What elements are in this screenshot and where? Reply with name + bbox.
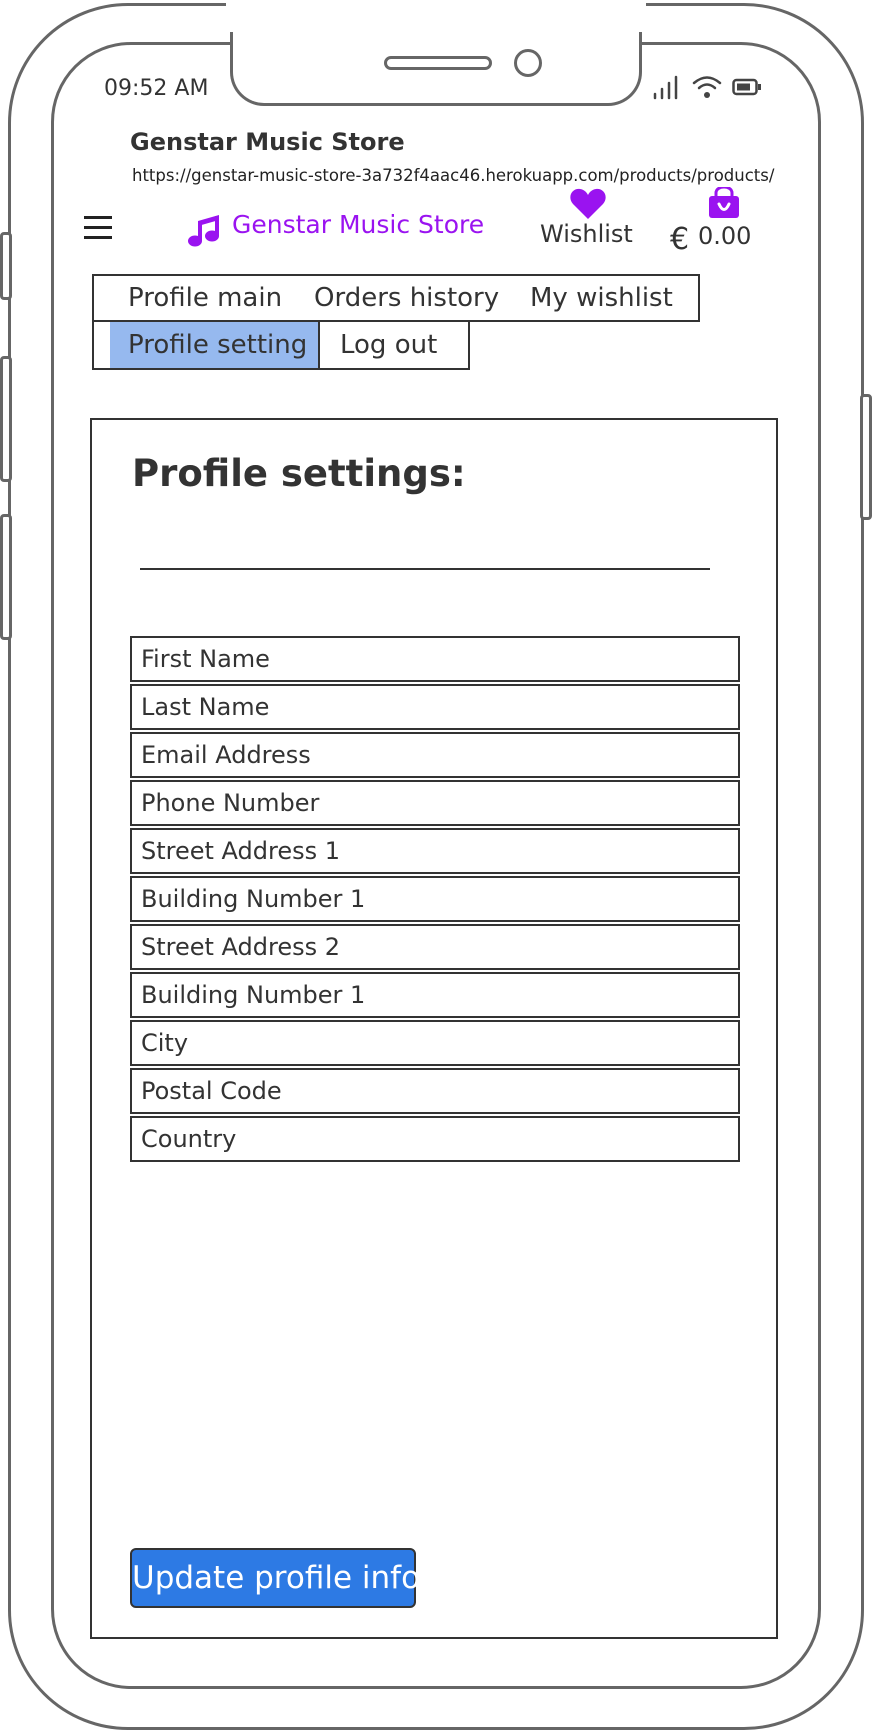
building-number-1-field[interactable]	[130, 876, 740, 922]
page-title: Profile settings:	[132, 452, 466, 495]
music-note-icon[interactable]	[186, 212, 222, 248]
city-field[interactable]	[130, 1020, 740, 1066]
wifi-icon	[692, 76, 722, 98]
phone-number-field[interactable]	[130, 780, 740, 826]
phone-volume-down-button	[0, 514, 12, 640]
tab-profile-setting[interactable]: Profile setting	[110, 322, 318, 368]
postal-code-field[interactable]	[130, 1068, 740, 1114]
battery-icon	[732, 78, 761, 96]
title-divider	[140, 568, 710, 570]
shopping-bag-icon[interactable]	[706, 187, 742, 219]
phone-speaker	[384, 56, 492, 70]
profile-tabs-row-2: Profile setting Log out	[92, 320, 470, 370]
phone-volume-up-button	[0, 356, 12, 482]
brand-name[interactable]: Genstar Music Store	[232, 210, 484, 239]
browser-page-title: Genstar Music Store	[130, 128, 405, 156]
update-profile-button[interactable]: Update profile info	[130, 1548, 420, 1608]
country-field[interactable]	[130, 1116, 740, 1162]
street-address-2-field[interactable]	[130, 924, 740, 970]
currency-symbol: €	[670, 222, 690, 257]
browser-url[interactable]: https://genstar-music-store-3a732f4aac46…	[132, 166, 774, 185]
tab-profile-main[interactable]: Profile main	[128, 283, 282, 313]
hamburger-icon[interactable]	[84, 215, 112, 241]
building-number-2-field[interactable]	[130, 972, 740, 1018]
profile-tabs-row-1: Profile main Orders history My wishlist	[92, 274, 700, 322]
wishlist-link[interactable]: Wishlist	[540, 220, 633, 248]
tab-my-wishlist[interactable]: My wishlist	[530, 283, 673, 313]
street-address-1-field[interactable]	[130, 828, 740, 874]
tab-separator	[318, 322, 320, 368]
phone-camera	[514, 49, 542, 77]
signal-icon	[653, 75, 678, 100]
tab-orders-history[interactable]: Orders history	[314, 283, 499, 313]
phone-power-button	[860, 394, 872, 520]
tab-log-out[interactable]: Log out	[340, 322, 437, 368]
cart-total[interactable]: 0.00	[698, 222, 751, 250]
first-name-field[interactable]	[130, 636, 740, 682]
email-field[interactable]	[130, 732, 740, 778]
phone-side-button	[0, 232, 12, 300]
heart-icon[interactable]	[570, 188, 606, 220]
last-name-field[interactable]	[130, 684, 740, 730]
status-time: 09:52 AM	[104, 76, 209, 101]
